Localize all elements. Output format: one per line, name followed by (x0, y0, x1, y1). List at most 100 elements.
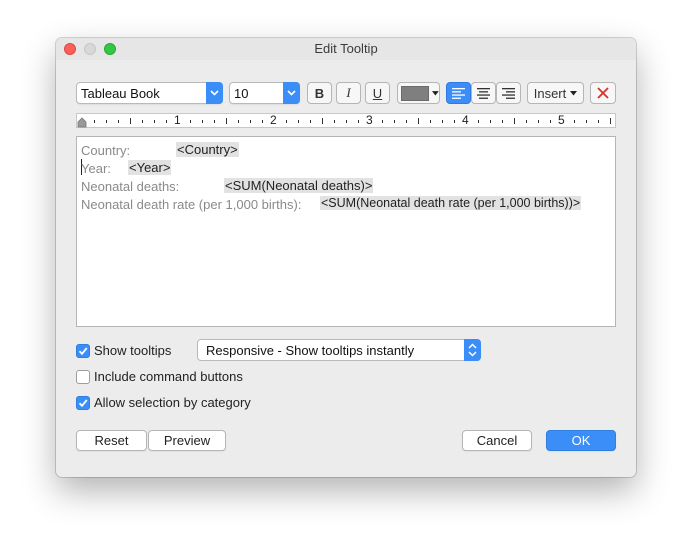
ruler-tick (430, 120, 431, 123)
ok-button[interactable]: OK (546, 430, 616, 451)
show-tooltips-checkbox[interactable] (76, 344, 90, 358)
ruler-number: 3 (366, 113, 373, 127)
field-label: Year: (81, 161, 111, 176)
ruler-tick (586, 120, 587, 123)
tooltip-line-death-rate: Neonatal death rate (per 1,000 births): (81, 197, 301, 212)
chevron-down-icon[interactable] (206, 82, 223, 104)
ruler-tick (202, 120, 203, 123)
clear-button[interactable] (590, 82, 616, 104)
align-left-button[interactable] (446, 82, 471, 104)
ruler-tick (310, 120, 311, 123)
preview-button[interactable]: Preview (148, 430, 226, 451)
align-right-icon (502, 87, 515, 99)
ruler-number: 2 (270, 113, 277, 127)
ruler-tick (250, 120, 251, 123)
ruler-tick (598, 120, 599, 123)
include-command-buttons-label[interactable]: Include command buttons (94, 369, 243, 384)
indent-marker-icon[interactable] (77, 117, 87, 128)
ruler-tick (190, 120, 191, 123)
align-right-button[interactable] (496, 82, 521, 104)
ruler-tick (478, 120, 479, 123)
chevron-down-icon (570, 90, 578, 95)
reset-button[interactable]: Reset (76, 430, 147, 451)
ruler-tick (94, 120, 95, 123)
ruler-tick (490, 120, 491, 123)
italic-button[interactable]: I (336, 82, 361, 104)
ruler-tick (322, 118, 323, 124)
field-label: Country: (81, 143, 131, 158)
field-label: Neonatal death rate (per 1,000 births): (81, 197, 302, 212)
font-size-value: 10 (234, 86, 249, 101)
ruler-tick (550, 120, 551, 123)
show-tooltips-label[interactable]: Show tooltips (94, 343, 171, 358)
tooltip-line-year: Year: (81, 161, 111, 176)
chevron-down-icon (432, 90, 439, 95)
font-family-value: Tableau Book (81, 86, 160, 101)
include-command-buttons-checkbox[interactable] (76, 370, 90, 384)
ruler-tick (166, 120, 167, 123)
ruler-tick (538, 120, 539, 123)
ruler-tick (358, 120, 359, 123)
cancel-button[interactable]: Cancel (462, 430, 532, 451)
checkmark-icon (78, 347, 88, 356)
ruler-tick (130, 118, 131, 124)
ruler-tick (574, 120, 575, 123)
allow-selection-label[interactable]: Allow selection by category (94, 395, 251, 410)
field-label: Neonatal deaths: (81, 179, 180, 194)
font-family-combo[interactable]: Tableau Book (76, 82, 223, 104)
ruler-number: 4 (462, 113, 469, 127)
text-color-picker[interactable] (397, 82, 440, 104)
title-bar[interactable]: Edit Tooltip (56, 38, 636, 60)
tooltip-mode-value: Responsive - Show tooltips instantly (206, 343, 415, 358)
tooltip-mode-select[interactable]: Responsive - Show tooltips instantly (197, 339, 481, 361)
checkmark-icon (78, 399, 88, 408)
align-left-icon (452, 87, 465, 99)
ruler[interactable]: 1 2 3 4 5 (76, 113, 616, 128)
ruler-number: 1 (174, 113, 181, 127)
ruler-tick (442, 120, 443, 123)
window-title: Edit Tooltip (314, 41, 378, 56)
ruler-tick (142, 120, 143, 123)
ruler-tick (394, 120, 395, 123)
tooltip-text-editor[interactable]: Country: <Country> Year: <Year> Neonatal… (76, 136, 616, 327)
ruler-tick (610, 118, 611, 124)
insert-label: Insert (533, 85, 567, 101)
tooltip-line-neonatal-deaths: Neonatal deaths: (81, 179, 179, 194)
ruler-tick (454, 120, 455, 123)
ruler-tick (418, 118, 419, 124)
field-token[interactable]: <SUM(Neonatal death rate (per 1,000 birt… (320, 196, 582, 210)
close-icon (597, 87, 609, 99)
ruler-tick (154, 120, 155, 123)
ruler-tick (514, 118, 515, 124)
ruler-tick (406, 120, 407, 123)
ruler-tick (286, 120, 287, 123)
edit-tooltip-dialog: Edit Tooltip Tableau Book 10 B I U Inser… (56, 38, 636, 477)
ruler-number: 5 (558, 113, 565, 127)
field-token[interactable]: <SUM(Neonatal deaths)> (224, 178, 374, 193)
field-token[interactable]: <Year> (128, 160, 172, 175)
ruler-tick (106, 120, 107, 123)
align-center-icon (477, 87, 490, 99)
text-color-swatch (401, 85, 430, 101)
ruler-tick (262, 120, 263, 123)
updown-chevron-icon[interactable] (464, 339, 481, 361)
allow-selection-checkbox[interactable] (76, 396, 90, 410)
ruler-tick (118, 120, 119, 123)
font-size-combo[interactable]: 10 (229, 82, 300, 104)
align-center-button[interactable] (471, 82, 496, 104)
ruler-tick (502, 120, 503, 123)
field-token[interactable]: <Country> (176, 142, 239, 157)
underline-button[interactable]: U (365, 82, 390, 104)
insert-menu-button[interactable]: Insert (527, 82, 584, 104)
ruler-tick (298, 120, 299, 123)
ruler-tick (382, 120, 383, 123)
chevron-down-icon[interactable] (283, 82, 300, 104)
bold-button[interactable]: B (307, 82, 332, 104)
ruler-tick (214, 120, 215, 123)
ruler-tick (526, 120, 527, 123)
ruler-tick (226, 118, 227, 124)
ruler-tick (238, 120, 239, 123)
ruler-tick (334, 120, 335, 123)
tooltip-line-country: Country: (81, 143, 130, 158)
ruler-tick (346, 120, 347, 123)
